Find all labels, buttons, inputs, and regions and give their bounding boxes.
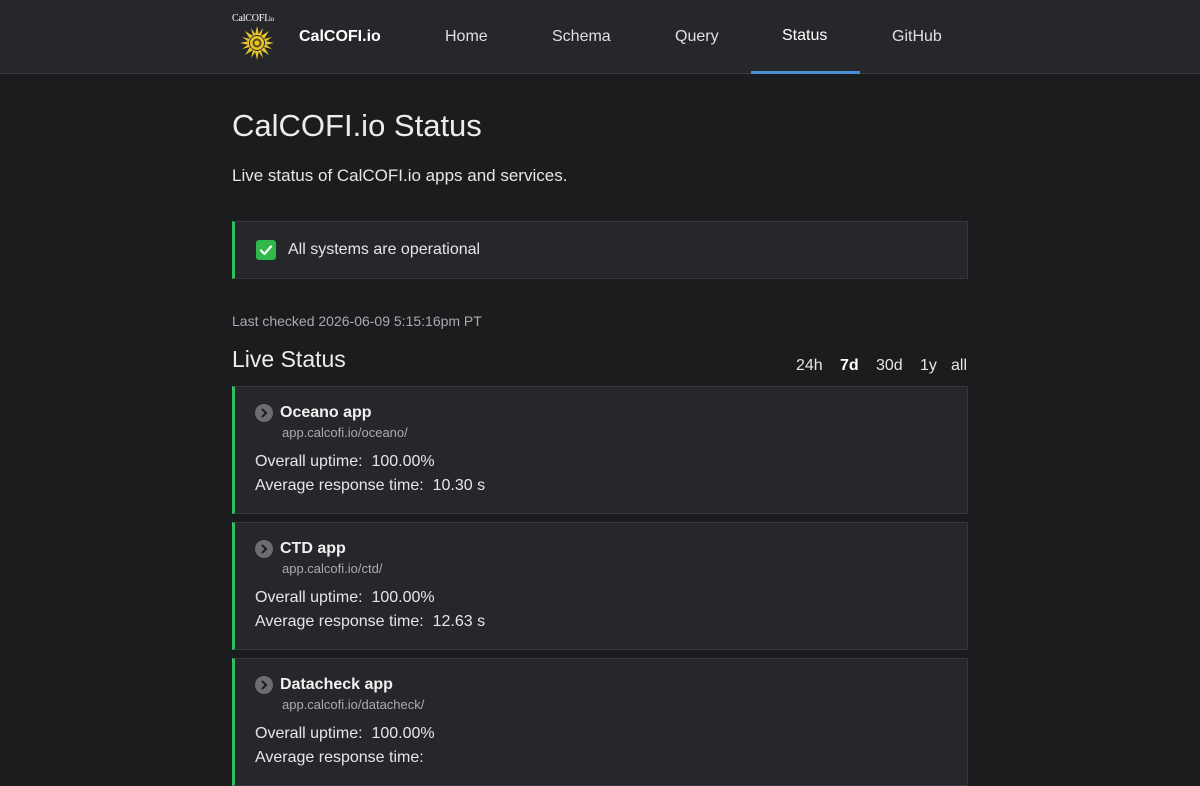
range-30d[interactable]: 30d — [876, 357, 903, 375]
response-row: Average response time: 12.63 s — [255, 613, 485, 631]
service-name[interactable]: Oceano app — [280, 404, 372, 422]
service-name[interactable]: Datacheck app — [280, 676, 393, 694]
service-card-datacheck: Datacheck app app.calcofi.io/datacheck/ … — [232, 658, 968, 786]
service-url: app.calcofi.io/oceano/ — [282, 425, 408, 440]
sun-icon — [240, 26, 274, 60]
nav-home[interactable]: Home — [445, 28, 488, 46]
status-banner-text: All systems are operational — [288, 241, 481, 258]
uptime-row: Overall uptime: 100.00% — [255, 725, 435, 743]
range-1y[interactable]: 1y — [920, 357, 937, 375]
check-icon — [256, 240, 276, 260]
uptime-row: Overall uptime: 100.00% — [255, 453, 435, 471]
calcofi-logo[interactable]: CalCOFI.io — [232, 13, 284, 63]
nav-status[interactable]: Status — [782, 27, 827, 45]
response-row: Average response time: 10.30 s — [255, 477, 485, 495]
logo-text: CalCOFI — [232, 13, 268, 24]
status-banner: All systems are operational — [232, 221, 968, 279]
service-name[interactable]: CTD app — [280, 540, 346, 558]
top-navbar: CalCOFI.io CalCOFI.io Home Schema Query … — [0, 0, 1200, 74]
range-all[interactable]: all — [951, 357, 967, 375]
uptime-value: 100.00% — [371, 589, 435, 606]
nav-schema[interactable]: Schema — [552, 28, 611, 46]
service-card-ctd: CTD app app.calcofi.io/ctd/ Overall upti… — [232, 522, 968, 650]
response-label: Average response time: — [255, 613, 424, 630]
uptime-value: 100.00% — [371, 453, 435, 470]
uptime-label: Overall uptime: — [255, 725, 363, 742]
service-card-oceano: Oceano app app.calcofi.io/oceano/ Overal… — [232, 386, 968, 514]
response-row: Average response time: — [255, 749, 428, 767]
range-7d[interactable]: 7d — [840, 357, 859, 375]
chevron-right-icon[interactable] — [255, 676, 273, 694]
service-url: app.calcofi.io/ctd/ — [282, 561, 383, 576]
response-label: Average response time: — [255, 749, 424, 766]
live-status-heading: Live Status — [232, 346, 346, 372]
uptime-value: 100.00% — [371, 725, 435, 742]
response-value: 12.63 s — [432, 613, 486, 630]
page-title: CalCOFI.io Status — [232, 108, 482, 143]
logo-suffix: .io — [267, 15, 274, 23]
active-tab-indicator — [751, 71, 860, 74]
range-24h[interactable]: 24h — [796, 357, 823, 375]
service-url: app.calcofi.io/datacheck/ — [282, 697, 425, 712]
uptime-label: Overall uptime: — [255, 589, 363, 606]
chevron-right-icon[interactable] — [255, 540, 273, 558]
response-label: Average response time: — [255, 477, 424, 494]
brand-link[interactable]: CalCOFI.io — [299, 28, 381, 46]
logo-wordmark: CalCOFI.io — [232, 13, 274, 24]
uptime-row: Overall uptime: 100.00% — [255, 589, 435, 607]
nav-github[interactable]: GitHub — [892, 28, 942, 46]
chevron-right-icon[interactable] — [255, 404, 273, 422]
uptime-label: Overall uptime: — [255, 453, 363, 470]
nav-query[interactable]: Query — [675, 28, 719, 46]
page-subtitle: Live status of CalCOFI.io apps and servi… — [232, 166, 568, 185]
response-value: 10.30 s — [432, 477, 486, 494]
last-checked-timestamp: Last checked 2026-06-09 5:15:16pm PT — [232, 313, 482, 329]
